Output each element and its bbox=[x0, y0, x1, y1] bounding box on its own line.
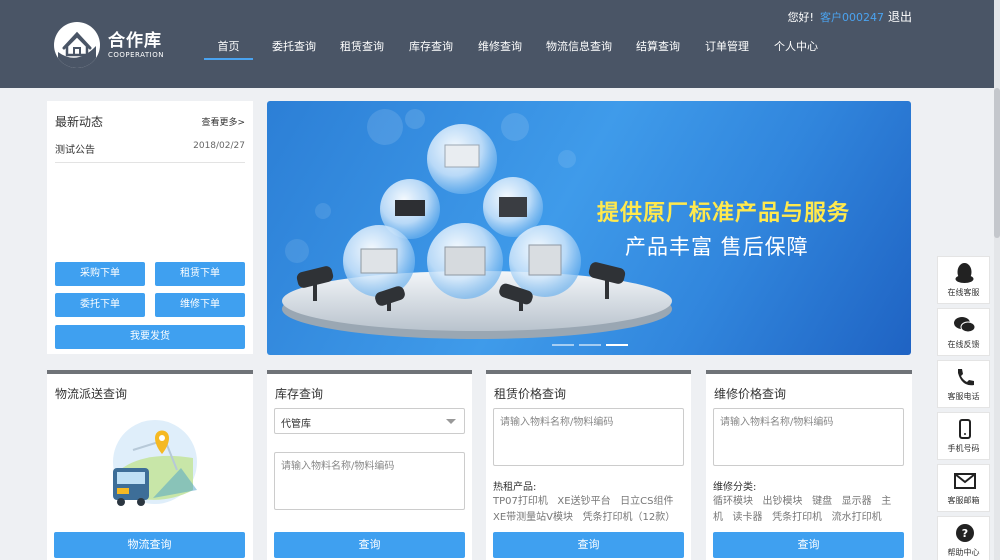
svg-text:?: ? bbox=[962, 527, 968, 540]
logout-link[interactable]: 退出 bbox=[888, 8, 912, 25]
service-phone-button[interactable]: 客服电话 bbox=[937, 360, 990, 408]
nav-rent-query[interactable]: 租赁查询 bbox=[334, 34, 390, 60]
repair-category-label: 维修分类: bbox=[713, 482, 757, 493]
repair-category-list: 循环模块 出钞模块 键盘 显示器 主机 读卡器 凭条打印机 流水打印机 bbox=[713, 494, 905, 526]
repair-category-item[interactable]: 显示器 bbox=[842, 496, 872, 507]
online-feedback-button[interactable]: 在线反馈 bbox=[937, 308, 990, 356]
service-phone-label: 客服电话 bbox=[947, 392, 980, 401]
online-feedback-label: 在线反馈 bbox=[947, 340, 980, 349]
hot-rent-item[interactable]: 日立CS组件 bbox=[620, 496, 673, 507]
hot-rent-list: TP07打印机 XE送钞平台 日立CS组件 XE带测量站V模块 凭条打印机（12… bbox=[493, 494, 688, 526]
inventory-search-input[interactable]: 请输入物料名称/物料编码 bbox=[274, 452, 465, 510]
logo-house-icon bbox=[54, 22, 100, 68]
online-service-label: 在线客服 bbox=[947, 288, 980, 297]
repair-order-button[interactable]: 维修下单 bbox=[155, 293, 245, 317]
logo[interactable]: 合作库 COOPERATION bbox=[54, 22, 184, 68]
news-title: 最新动态 bbox=[55, 115, 104, 129]
rent-price-card-title: 租赁价格查询 bbox=[494, 387, 567, 401]
news-panel: 最新动态 查看更多> 测试公告 2018/02/27 采购下单 租赁下单 委托下… bbox=[47, 101, 253, 354]
nav-home[interactable]: 首页 bbox=[204, 34, 253, 60]
rent-price-query-button[interactable]: 查询 bbox=[493, 532, 684, 558]
mobile-number-button[interactable]: 手机号码 bbox=[937, 412, 990, 460]
repair-price-search-input[interactable]: 请输入物料名称/物料编码 bbox=[713, 408, 904, 466]
help-icon: ? bbox=[956, 524, 974, 542]
logo-title: 合作库 bbox=[108, 31, 162, 51]
phone-icon bbox=[958, 369, 974, 386]
rent-order-button[interactable]: 租赁下单 bbox=[155, 262, 245, 286]
scrollbar-thumb[interactable] bbox=[994, 88, 1000, 238]
logistics-card-title: 物流派送查询 bbox=[55, 387, 128, 401]
hot-rent-item[interactable]: 凭条打印机（12款） bbox=[583, 512, 676, 523]
user-bar: 您好! 客户000247 退出 bbox=[788, 8, 912, 25]
nav-inventory-query[interactable]: 库存查询 bbox=[403, 34, 459, 60]
repair-category-item[interactable]: 流水打印机 bbox=[832, 512, 882, 523]
banner-dot-active[interactable] bbox=[606, 344, 628, 346]
banner-pagination bbox=[552, 344, 633, 346]
rent-price-search-input[interactable]: 请输入物料名称/物料编码 bbox=[493, 408, 684, 466]
promo-banner[interactable]: 提供原厂标准产品与服务 产品丰富 售后保障 bbox=[267, 101, 911, 355]
repair-category-item[interactable]: 凭条打印机 bbox=[772, 512, 822, 523]
banner-headline: 提供原厂标准产品与服务 bbox=[597, 201, 851, 226]
ship-goods-button[interactable]: 我要发货 bbox=[55, 325, 245, 349]
hot-rent-item[interactable]: XE带测量站V模块 bbox=[493, 512, 573, 523]
inventory-query-button[interactable]: 查询 bbox=[274, 532, 465, 558]
mail-icon bbox=[954, 473, 976, 489]
inventory-card-title: 库存查询 bbox=[275, 387, 324, 401]
nav-entrust-query[interactable]: 委托查询 bbox=[266, 34, 322, 60]
help-center-button[interactable]: ? 帮助中心 bbox=[937, 516, 990, 560]
logistics-query-button[interactable]: 物流查询 bbox=[54, 532, 245, 558]
customer-id-link[interactable]: 客户000247 bbox=[820, 9, 884, 25]
warehouse-select-value: 代管库 bbox=[281, 419, 311, 430]
repair-price-query-button[interactable]: 查询 bbox=[713, 532, 904, 558]
chevron-down-icon bbox=[446, 419, 456, 424]
banner-dot[interactable] bbox=[552, 344, 574, 346]
logistics-card: 物流派送查询 物流查询 bbox=[47, 370, 253, 560]
page-scrollbar[interactable] bbox=[994, 0, 1000, 560]
hot-rent-item[interactable]: XE送钞平台 bbox=[557, 496, 610, 507]
repair-category-item[interactable]: 出钞模块 bbox=[763, 496, 803, 507]
chat-icon bbox=[954, 317, 976, 333]
nav-personal-center[interactable]: 个人中心 bbox=[768, 34, 824, 60]
repair-category-item[interactable]: 键盘 bbox=[812, 496, 832, 507]
greeting: 您好! bbox=[787, 10, 814, 24]
entrust-order-button[interactable]: 委托下单 bbox=[55, 293, 145, 317]
logo-subtitle: COOPERATION bbox=[108, 51, 164, 59]
purchase-order-button[interactable]: 采购下单 bbox=[55, 262, 145, 286]
help-center-label: 帮助中心 bbox=[947, 548, 980, 557]
mobile-icon bbox=[959, 419, 971, 439]
logistics-map-icon bbox=[113, 420, 197, 506]
qq-icon bbox=[955, 263, 974, 283]
hot-rent-label: 热租产品: bbox=[493, 482, 537, 493]
rent-price-card: 租赁价格查询 请输入物料名称/物料编码 热租产品: TP07打印机 XE送钞平台… bbox=[486, 370, 691, 560]
nav-repair-query[interactable]: 维修查询 bbox=[472, 34, 528, 60]
banner-dot[interactable] bbox=[579, 344, 601, 346]
mobile-number-label: 手机号码 bbox=[947, 444, 980, 453]
repair-price-card: 维修价格查询 请输入物料名称/物料编码 维修分类: 循环模块 出钞模块 键盘 显… bbox=[706, 370, 912, 560]
online-service-button[interactable]: 在线客服 bbox=[937, 256, 990, 304]
news-item-title[interactable]: 测试公告 bbox=[55, 141, 95, 156]
service-email-label: 客服邮箱 bbox=[947, 496, 980, 505]
nav-order-management[interactable]: 订单管理 bbox=[699, 34, 755, 60]
nav-settlement-query[interactable]: 结算查询 bbox=[630, 34, 686, 60]
banner-illustration bbox=[282, 109, 672, 339]
news-more-link[interactable]: 查看更多> bbox=[201, 115, 245, 128]
warehouse-select[interactable]: 代管库 bbox=[274, 408, 465, 434]
news-item[interactable]: 测试公告 2018/02/27 bbox=[55, 141, 245, 163]
top-header: 合作库 COOPERATION 首页 委托查询 租赁查询 库存查询 维修查询 物… bbox=[0, 0, 1000, 88]
nav-logistics-query[interactable]: 物流信息查询 bbox=[541, 34, 617, 60]
inventory-card: 库存查询 代管库 请输入物料名称/物料编码 查询 bbox=[267, 370, 472, 560]
service-email-button[interactable]: 客服邮箱 bbox=[937, 464, 990, 512]
repair-price-card-title: 维修价格查询 bbox=[714, 387, 787, 401]
news-item-date: 2018/02/27 bbox=[193, 141, 245, 151]
repair-category-item[interactable]: 读卡器 bbox=[733, 512, 763, 523]
main-nav: 首页 委托查询 租赁查询 库存查询 维修查询 物流信息查询 结算查询 订单管理 … bbox=[204, 34, 824, 60]
hot-rent-item[interactable]: TP07打印机 bbox=[493, 496, 548, 507]
banner-subline: 产品丰富 售后保障 bbox=[625, 235, 809, 259]
repair-category-item[interactable]: 循环模块 bbox=[713, 496, 753, 507]
